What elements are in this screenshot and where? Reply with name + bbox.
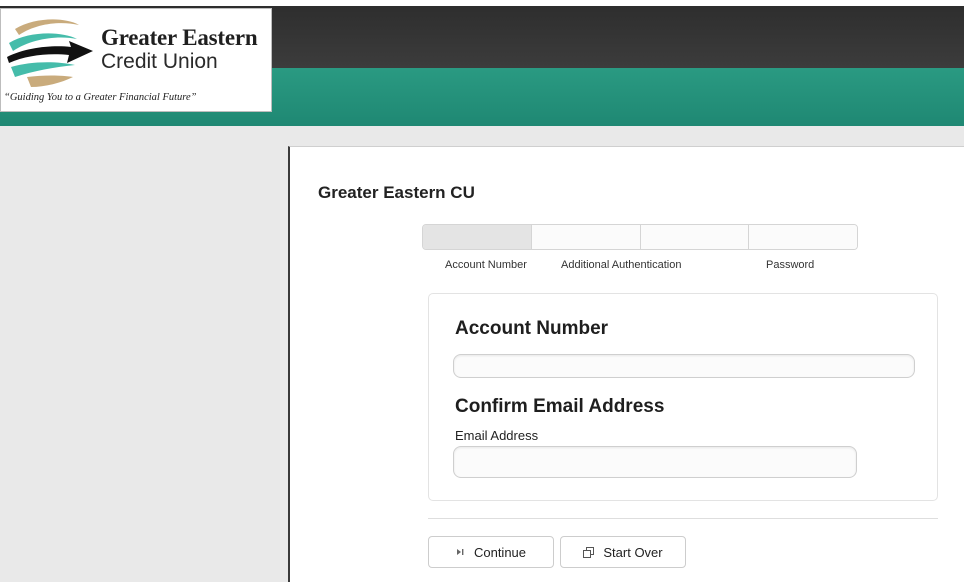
- start-over-button-label: Start Over: [603, 544, 663, 560]
- continue-button[interactable]: Continue: [428, 536, 554, 568]
- start-over-button[interactable]: Start Over: [560, 536, 686, 568]
- account-form: Account Number Confirm Email Address Ema…: [428, 293, 938, 501]
- email-address-label: Email Address: [455, 428, 539, 443]
- form-divider: [428, 518, 938, 519]
- progress-steps: [422, 224, 858, 250]
- step-label-additional-authentication: Additional Authentication: [561, 259, 682, 271]
- swoosh-arrow-logo-icon: [7, 19, 93, 87]
- copy-pages-icon: [583, 546, 595, 558]
- continue-button-label: Continue: [473, 544, 527, 560]
- content-top-gap: [288, 126, 964, 146]
- step-segment-account-number: [423, 225, 532, 249]
- brand-logo[interactable]: Greater Eastern Credit Union “Guiding Yo…: [0, 8, 272, 112]
- brand-name-line2: Credit Union: [101, 50, 218, 73]
- page: Greater Eastern Credit Union “Guiding Yo…: [0, 0, 964, 582]
- step-segment-password: [749, 225, 857, 249]
- left-sidebar: [0, 126, 288, 582]
- account-number-heading: Account Number: [455, 318, 609, 339]
- page-title: Greater Eastern CU: [318, 183, 475, 202]
- step-segment-additional-authentication: [531, 225, 641, 249]
- step-segment-blank: [640, 225, 750, 249]
- account-number-input[interactable]: [453, 354, 915, 378]
- step-forward-icon: [456, 547, 466, 557]
- brand-name-line1: Greater Eastern: [101, 25, 258, 50]
- brand-tagline: “Guiding You to a Greater Financial Futu…: [4, 92, 197, 103]
- main-content: Greater Eastern CU Account Number Additi…: [288, 146, 964, 582]
- step-label-account-number: Account Number: [445, 259, 527, 271]
- confirm-email-heading: Confirm Email Address: [455, 396, 665, 417]
- step-label-password: Password: [766, 259, 815, 271]
- email-address-input[interactable]: [453, 446, 857, 478]
